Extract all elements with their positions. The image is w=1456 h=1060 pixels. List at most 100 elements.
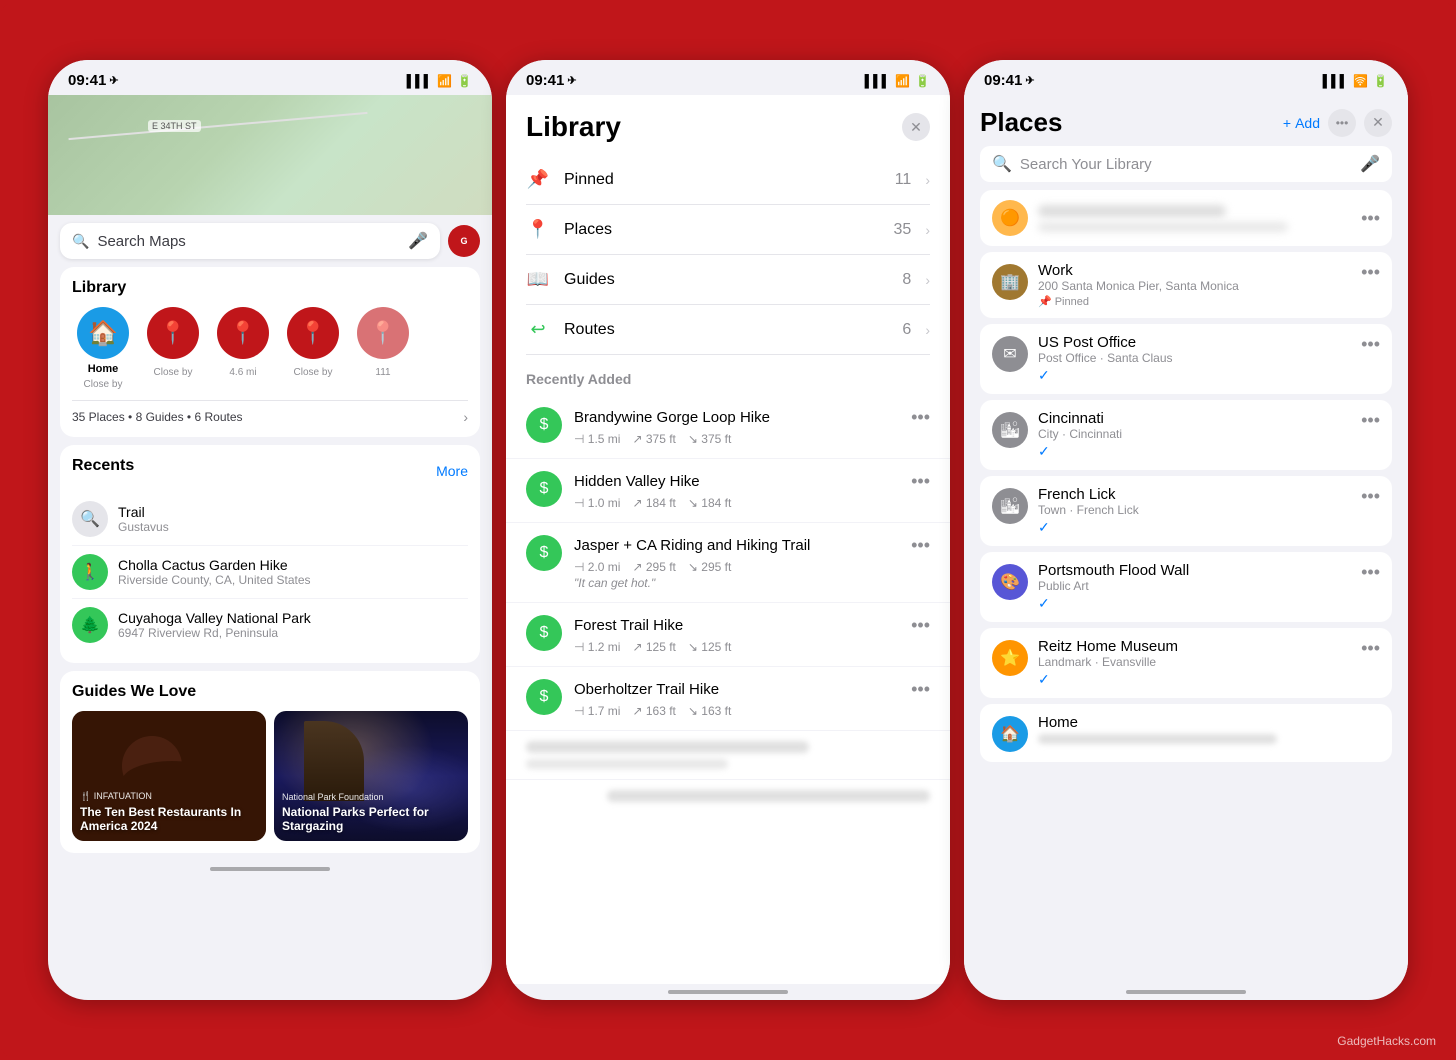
status-icons-2: ▌▌▌ 📶 🔋 bbox=[865, 74, 930, 88]
status-bar-1: 09:41 ✈ ▌▌▌ 📶 🔋 bbox=[48, 60, 492, 95]
pin-tag-icon: 📌 bbox=[1038, 295, 1052, 308]
post-office-sub: Post Office · Santa Claus bbox=[1038, 351, 1351, 365]
post-office-dots[interactable]: ••• bbox=[1361, 334, 1380, 355]
cincinnati-name: Cincinnati bbox=[1038, 410, 1351, 427]
home-sub: Close by bbox=[84, 379, 123, 390]
search-area: 🔍 Search Maps 🎤 G bbox=[48, 215, 492, 267]
forest-desc: ↘ 125 ft bbox=[688, 640, 731, 654]
phone-1: 09:41 ✈ ▌▌▌ 📶 🔋 🔍 Search Maps bbox=[48, 60, 492, 1000]
status-time-1: 09:41 ✈ bbox=[68, 72, 119, 89]
reitz-dots[interactable]: ••• bbox=[1361, 638, 1380, 659]
place-portsmouth[interactable]: 🎨 Portsmouth Flood Wall Public Art ✓ ••• bbox=[980, 552, 1392, 622]
jasper-desc: ↘ 295 ft bbox=[688, 560, 731, 574]
pinned-chevron: › bbox=[925, 172, 930, 188]
lib-icon-home[interactable]: 🏠 Home Close by bbox=[72, 307, 134, 390]
portsmouth-dots[interactable]: ••• bbox=[1361, 562, 1380, 583]
library-section: Library 🏠 Home Close by 📍 bbox=[60, 267, 480, 437]
reitz-icon: ⭐ bbox=[992, 640, 1028, 676]
work-content: Work 200 Santa Monica Pier, Santa Monica… bbox=[1038, 262, 1351, 308]
pin2-circle: 📍 bbox=[217, 307, 269, 359]
guide-card-infatuation[interactable]: 🍴 INFATUATION The Ten Best Restaurants I… bbox=[72, 711, 266, 841]
battery-icon-3: 🔋 bbox=[1373, 74, 1388, 88]
oberholtzer-content: Oberholtzer Trail Hike ••• ⊣ 1.7 mi ↗ 16… bbox=[574, 679, 930, 718]
place-cincinnati[interactable]: 🏙 Cincinnati City · Cincinnati ✓ ••• bbox=[980, 400, 1392, 470]
work-icon: 🏢 bbox=[992, 264, 1028, 300]
home-label: Home bbox=[88, 363, 119, 375]
guide-card-nationalparks[interactable]: National Park Foundation National Parks … bbox=[274, 711, 468, 841]
search-bar[interactable]: 🔍 Search Maps 🎤 bbox=[60, 223, 440, 259]
jasper-note: "It can get hot." bbox=[574, 576, 930, 590]
more-link[interactable]: More bbox=[436, 463, 468, 479]
trail-forest[interactable]: $ Forest Trail Hike ••• ⊣ 1.2 mi ↗ 125 f… bbox=[506, 603, 950, 667]
search-library-bar[interactable]: 🔍 Search Your Library 🎤 bbox=[980, 146, 1392, 182]
cuyahoga-text: Cuyahoga Valley National Park 6947 River… bbox=[118, 610, 468, 640]
trail-hidden-valley[interactable]: $ Hidden Valley Hike ••• ⊣ 1.0 mi ↗ 184 … bbox=[506, 459, 950, 523]
place-post-office[interactable]: ✉ US Post Office Post Office · Santa Cla… bbox=[980, 324, 1392, 394]
menu-item-pinned[interactable]: 📌 Pinned 11 › bbox=[526, 155, 930, 205]
home-circle: 🏠 bbox=[77, 307, 129, 359]
status-time-2: 09:41 ✈ bbox=[526, 72, 577, 89]
forest-name: Forest Trail Hike bbox=[574, 617, 683, 634]
reitz-sub: Landmark · Evansville bbox=[1038, 655, 1351, 669]
blurred-dots[interactable]: ••• bbox=[1361, 208, 1380, 229]
trail-jasper[interactable]: $ Jasper + CA Riding and Hiking Trail ••… bbox=[506, 523, 950, 603]
cholla-sub: Riverside County, CA, United States bbox=[118, 573, 468, 587]
add-button[interactable]: + Add bbox=[1283, 115, 1320, 131]
post-office-content: US Post Office Post Office · Santa Claus… bbox=[1038, 334, 1351, 384]
forest-dots[interactable]: ••• bbox=[911, 615, 930, 636]
recent-item-cuyahoga[interactable]: 🌲 Cuyahoga Valley National Park 6947 Riv… bbox=[72, 599, 468, 651]
cincinnati-dots[interactable]: ••• bbox=[1361, 410, 1380, 431]
library-stats[interactable]: 35 Places • 8 Guides • 6 Routes › bbox=[72, 400, 468, 425]
hidden-valley-name: Hidden Valley Hike bbox=[574, 473, 700, 490]
battery-icon-2: 🔋 bbox=[915, 74, 930, 88]
place-work[interactable]: 🏢 Work 200 Santa Monica Pier, Santa Moni… bbox=[980, 252, 1392, 318]
close-button[interactable]: ✕ bbox=[902, 113, 930, 141]
lib-icon-pin3[interactable]: 📍 Close by bbox=[282, 307, 344, 390]
search-input[interactable]: Search Maps bbox=[97, 233, 400, 250]
search-lib-mic[interactable]: 🎤 bbox=[1360, 154, 1380, 174]
places-close-button[interactable]: ✕ bbox=[1364, 109, 1392, 137]
gadgethacks-watermark: GadgetHacks.com bbox=[1337, 1034, 1436, 1048]
brandywine-dots[interactable]: ••• bbox=[911, 407, 930, 428]
search-lib-placeholder[interactable]: Search Your Library bbox=[1020, 156, 1152, 173]
status-icons-3: ▌▌▌ 🛜 🔋 bbox=[1323, 74, 1388, 88]
hv-desc: ↘ 184 ft bbox=[688, 496, 731, 510]
french-lick-dots[interactable]: ••• bbox=[1361, 486, 1380, 507]
menu-item-places[interactable]: 📍 Places 35 › bbox=[526, 205, 930, 255]
lib-icon-pin1[interactable]: 📍 Close by bbox=[142, 307, 204, 390]
jasper-dots[interactable]: ••• bbox=[911, 535, 930, 556]
menu-item-routes[interactable]: ↩ Routes 6 › bbox=[526, 305, 930, 355]
home-place-content: Home bbox=[1038, 714, 1380, 744]
library-chevron-icon: › bbox=[463, 409, 468, 425]
brandywine-stats: ⊣ 1.5 mi ↗ 375 ft ↘ 375 ft bbox=[574, 432, 930, 446]
hidden-valley-dots[interactable]: ••• bbox=[911, 471, 930, 492]
oberholtzer-name: Oberholtzer Trail Hike bbox=[574, 681, 719, 698]
home-place-name: Home bbox=[1038, 714, 1380, 731]
recent-item-trail[interactable]: 🔍 Trail Gustavus bbox=[72, 493, 468, 546]
oberholtzer-dots[interactable]: ••• bbox=[911, 679, 930, 700]
post-office-check: ✓ bbox=[1038, 367, 1351, 384]
place-french-lick[interactable]: 🏙 French Lick Town · French Lick ✓ ••• bbox=[980, 476, 1392, 546]
recent-item-cholla[interactable]: 🚶 Cholla Cactus Garden Hike Riverside Co… bbox=[72, 546, 468, 599]
more-dots-button[interactable]: ••• bbox=[1328, 109, 1356, 137]
brandywine-desc: ↘ 375 ft bbox=[688, 432, 731, 446]
place-home[interactable]: 🏠 Home bbox=[980, 704, 1392, 762]
cincinnati-sub: City · Cincinnati bbox=[1038, 427, 1351, 441]
guides-title: Guides We Love bbox=[72, 683, 468, 701]
microphone-icon[interactable]: 🎤 bbox=[408, 231, 428, 251]
trail-oberholtzer[interactable]: $ Oberholtzer Trail Hike ••• ⊣ 1.7 mi ↗ … bbox=[506, 667, 950, 731]
work-dots[interactable]: ••• bbox=[1361, 262, 1380, 283]
status-bar-3: 09:41 ✈ ▌▌▌ 🛜 🔋 bbox=[964, 60, 1408, 95]
pin3-sub: Close by bbox=[294, 367, 333, 378]
forest-icon: $ bbox=[526, 615, 562, 651]
search-icon: 🔍 bbox=[72, 233, 89, 250]
reitz-content: Reitz Home Museum Landmark · Evansville … bbox=[1038, 638, 1351, 688]
hidden-valley-content: Hidden Valley Hike ••• ⊣ 1.0 mi ↗ 184 ft… bbox=[574, 471, 930, 510]
menu-item-guides[interactable]: 📖 Guides 8 › bbox=[526, 255, 930, 305]
lib-icon-pin2[interactable]: 📍 4.6 mi bbox=[212, 307, 274, 390]
hv-asc: ↗ 184 ft bbox=[632, 496, 675, 510]
trail-brandywine[interactable]: $ Brandywine Gorge Loop Hike ••• ⊣ 1.5 m… bbox=[506, 395, 950, 459]
lib-icon-pin4[interactable]: 📍 111 bbox=[352, 307, 414, 390]
place-reitz[interactable]: ⭐ Reitz Home Museum Landmark · Evansvill… bbox=[980, 628, 1392, 698]
recently-added-label: Recently Added bbox=[506, 355, 950, 395]
